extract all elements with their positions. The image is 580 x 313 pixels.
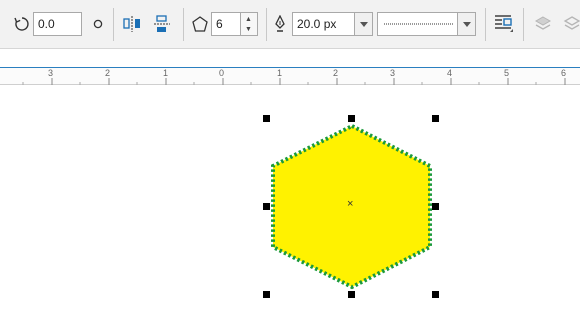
separator — [266, 8, 267, 41]
separator — [113, 8, 114, 41]
outline-width-dropdown[interactable] — [354, 12, 373, 36]
ruler-label: 4 — [447, 68, 453, 78]
ruler-label: 1 — [277, 68, 283, 78]
ruler-label: 5 — [504, 68, 510, 78]
wrap-text-icon[interactable] — [494, 14, 514, 39]
polygon-sides-value: 6 — [216, 17, 223, 31]
rotation-center-icon[interactable] — [93, 16, 103, 34]
mirror-horizontal-icon[interactable] — [123, 16, 141, 37]
selection-handle[interactable] — [348, 291, 355, 298]
arrange-front-icon — [534, 16, 552, 37]
rotate-icon — [13, 15, 31, 38]
polygon-icon — [191, 15, 209, 38]
property-bar: 0.0 6 ▲ ▼ 20.0 px — [0, 0, 580, 49]
drawing-canvas[interactable]: × — [0, 86, 580, 313]
spin-down-icon[interactable]: ▼ — [245, 26, 252, 34]
selection-handle[interactable] — [263, 203, 270, 210]
line-style-dropdown[interactable] — [457, 12, 476, 36]
mirror-vertical-icon[interactable] — [154, 15, 170, 38]
ruler-label: 0 — [219, 68, 225, 78]
separator — [485, 8, 486, 41]
arrange-back-icon — [563, 16, 580, 37]
line-style-select[interactable] — [377, 12, 458, 36]
ruler-label: 3 — [390, 68, 396, 78]
selection-handle[interactable] — [432, 291, 439, 298]
pen-outline-icon — [274, 14, 286, 38]
polygon-sides-spinner[interactable]: ▲ ▼ — [241, 12, 258, 36]
ruler-label: 6 — [561, 68, 567, 78]
selection-handle[interactable] — [432, 115, 439, 122]
ruler-label: 2 — [105, 68, 111, 78]
separator — [183, 8, 184, 41]
selection-handle[interactable] — [263, 115, 270, 122]
spin-up-icon[interactable]: ▲ — [245, 16, 252, 24]
ruler-ticks — [22, 78, 566, 85]
selection-handle[interactable] — [432, 203, 439, 210]
selection-handle[interactable] — [263, 291, 270, 298]
outline-width-select[interactable]: 20.0 px — [292, 12, 355, 36]
polygon-sides-input[interactable]: 6 — [211, 12, 241, 36]
rotation-angle-input[interactable]: 0.0 — [33, 12, 82, 36]
center-mark-icon[interactable]: × — [347, 198, 353, 210]
horizontal-ruler[interactable]: 3 2 1 0 1 2 3 4 5 6 — [0, 68, 580, 85]
ruler-label: 3 — [48, 68, 54, 78]
rotation-angle-value: 0.0 — [38, 17, 55, 31]
hexagon-shape-layer — [271, 123, 432, 290]
selection-handle[interactable] — [348, 115, 355, 122]
ruler-label: 1 — [163, 68, 169, 78]
outline-width-value: 20.0 px — [297, 17, 337, 31]
line-style-preview — [384, 23, 454, 25]
ruler-label: 2 — [333, 68, 339, 78]
separator — [523, 8, 524, 41]
